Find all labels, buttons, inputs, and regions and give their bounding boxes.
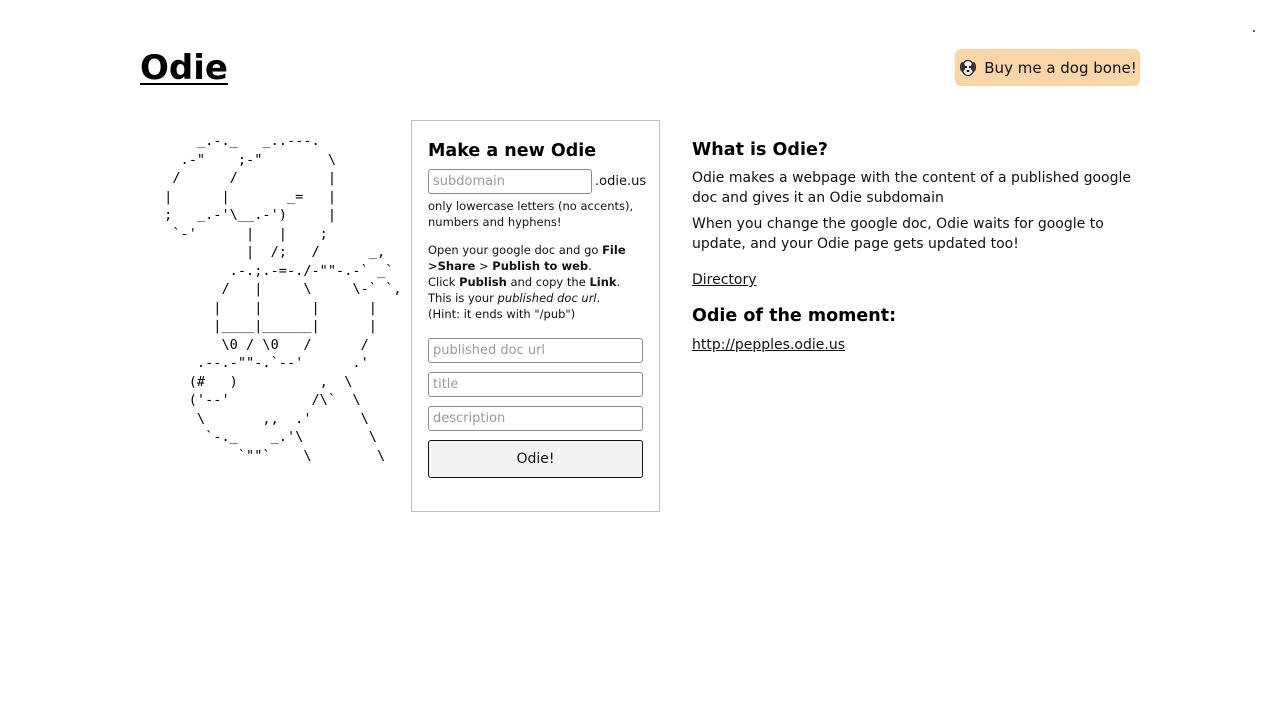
about-section: What is Odie? Odie makes a webpage with …	[692, 140, 1132, 353]
about-paragraph-2: When you change the google doc, Odie wai…	[692, 216, 1104, 252]
subdomain-row: .odie.us	[428, 169, 647, 194]
new-odie-form: Make a new Odie .odie.us only lowercase …	[411, 120, 660, 512]
published-doc-url-input[interactable]	[428, 338, 643, 363]
subdomain-input[interactable]	[428, 169, 592, 194]
buy-dog-bone-label: Buy me a dog bone!	[984, 58, 1137, 77]
title-input[interactable]	[428, 372, 643, 397]
dog-icon	[960, 59, 977, 76]
about-paragraph-1: Odie makes a webpage with the content of…	[692, 170, 1131, 206]
about-heading: What is Odie?	[692, 140, 828, 160]
buy-dog-bone-button[interactable]: Buy me a dog bone!	[955, 49, 1140, 86]
odie-submit-button[interactable]: Odie!	[428, 440, 643, 478]
subdomain-hint: only lowercase letters (no accents), num…	[428, 199, 634, 229]
publish-instructions: Open your google doc and go File >Share …	[428, 243, 626, 321]
moment-heading: Odie of the moment:	[692, 306, 897, 326]
corner-dot	[1253, 30, 1255, 32]
directory-link[interactable]: Directory	[692, 272, 757, 288]
form-title: Make a new Odie	[428, 141, 597, 161]
site-logo[interactable]: Odie	[140, 48, 228, 88]
odie-ascii-art: _.-._ _..---. .-" ;-" \ / / | | | _= | ;…	[164, 133, 402, 464]
description-input[interactable]	[428, 406, 643, 431]
subdomain-suffix: .odie.us	[595, 174, 647, 189]
moment-link[interactable]: http://pepples.odie.us	[692, 337, 845, 353]
